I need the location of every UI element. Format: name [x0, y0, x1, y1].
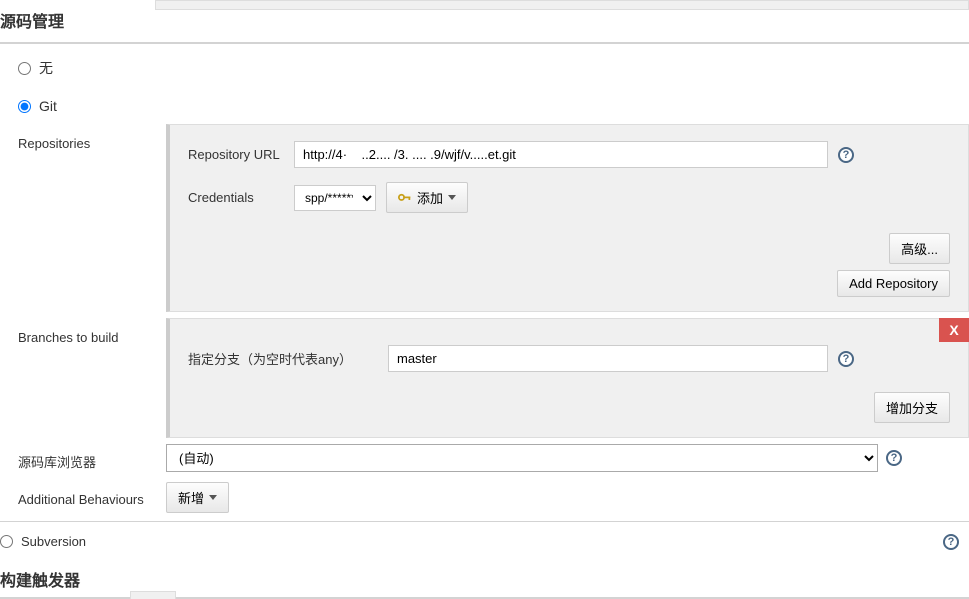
add-cred-text: 添加	[417, 188, 443, 207]
repositories-label: Repositories	[18, 124, 166, 151]
branch-spec-label: 指定分支（为空时代表any）	[188, 349, 388, 368]
scm-git-label: Git	[39, 98, 57, 114]
branch-spec-input[interactable]	[388, 345, 828, 372]
scm-none-label: 无	[39, 58, 53, 78]
build-triggers-section-title: 构建触发器	[0, 557, 969, 599]
build-triggers-title-text: 构建触发器	[0, 573, 80, 590]
add-credentials-button[interactable]: 添加	[386, 182, 468, 213]
branches-label: Branches to build	[18, 318, 166, 345]
scm-git-row[interactable]: Git	[0, 88, 969, 124]
advanced-button[interactable]: 高级...	[889, 233, 950, 264]
chevron-down-icon	[448, 195, 456, 200]
repo-url-label: Repository URL	[188, 147, 294, 162]
scm-subversion-row[interactable]: Subversion ?	[0, 526, 969, 557]
credentials-select[interactable]: spp/******	[294, 185, 376, 211]
panel-stub	[130, 591, 176, 599]
scm-subversion-label: Subversion	[21, 534, 86, 549]
scm-git-radio[interactable]	[18, 100, 31, 113]
add-branch-button[interactable]: 增加分支	[874, 392, 950, 423]
key-icon	[398, 193, 412, 203]
scm-none-radio[interactable]	[18, 62, 31, 75]
divider	[0, 521, 969, 522]
add-behaviour-text: 新增	[178, 488, 204, 507]
repo-url-input[interactable]	[294, 141, 828, 168]
scm-none-row[interactable]: 无	[0, 48, 969, 88]
add-behaviour-button[interactable]: 新增	[166, 482, 229, 513]
branches-panel: X 指定分支（为空时代表any） ? 增加分支	[166, 318, 969, 438]
scm-title-text: 源码管理	[0, 14, 64, 31]
repositories-panel: Repository URL ? Credentials spp/****** …	[166, 124, 969, 312]
close-icon[interactable]: X	[939, 318, 969, 342]
credentials-label: Credentials	[188, 190, 294, 205]
help-icon[interactable]: ?	[838, 351, 854, 367]
help-icon[interactable]: ?	[838, 147, 854, 163]
help-icon[interactable]: ?	[886, 450, 902, 466]
help-icon[interactable]: ?	[943, 534, 959, 550]
additional-behaviours-label: Additional Behaviours	[18, 488, 166, 507]
repo-browser-label: 源码库浏览器	[18, 446, 166, 471]
chevron-down-icon	[209, 495, 217, 500]
repo-browser-select[interactable]: (自动)	[166, 444, 878, 472]
add-repository-button[interactable]: Add Repository	[837, 270, 950, 297]
scm-subversion-radio[interactable]	[0, 535, 13, 548]
scm-section-title: 源码管理	[0, 0, 969, 44]
